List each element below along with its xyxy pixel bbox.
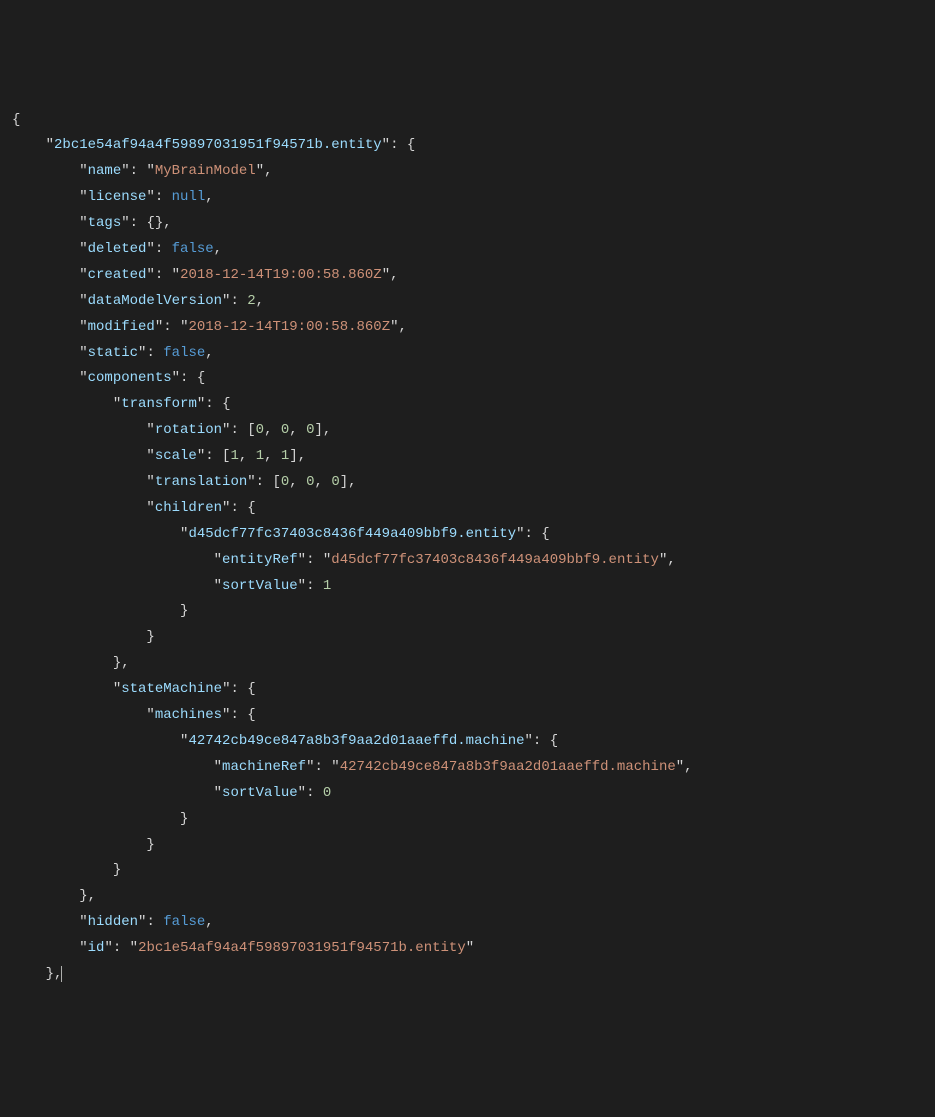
json-bool: false bbox=[163, 345, 205, 361]
json-key: license bbox=[88, 189, 147, 205]
json-key: 42742cb49ce847a8b3f9aa2d01aaeffd.machine bbox=[188, 733, 524, 749]
json-number: 0 bbox=[323, 785, 331, 801]
json-key: machineRef bbox=[222, 759, 306, 775]
json-number: 2 bbox=[247, 293, 255, 309]
json-key: rotation bbox=[155, 422, 222, 438]
json-key: id bbox=[88, 940, 105, 956]
json-number: 0 bbox=[331, 474, 339, 490]
json-string: 2bc1e54af94a4f59897031951f94571b.entity bbox=[138, 940, 466, 956]
json-key: transform bbox=[121, 396, 197, 412]
json-key: d45dcf77fc37403c8436f449a409bbf9.entity bbox=[188, 526, 516, 542]
text-cursor bbox=[61, 966, 62, 982]
json-number: 1 bbox=[256, 448, 264, 464]
json-number: 0 bbox=[306, 422, 314, 438]
json-key: sortValue bbox=[222, 785, 298, 801]
json-key: deleted bbox=[88, 241, 147, 257]
json-key: components bbox=[88, 370, 172, 386]
brace: { bbox=[12, 112, 20, 128]
json-string: MyBrainModel bbox=[155, 163, 256, 179]
json-key: modified bbox=[88, 319, 155, 335]
json-bool: false bbox=[172, 241, 214, 257]
json-number: 1 bbox=[230, 448, 238, 464]
json-key: children bbox=[155, 500, 222, 516]
json-key: 2bc1e54af94a4f59897031951f94571b.entity bbox=[54, 137, 382, 153]
json-key: stateMachine bbox=[121, 681, 222, 697]
json-number: 0 bbox=[306, 474, 314, 490]
json-key: created bbox=[88, 267, 147, 283]
code-editor[interactable]: { "2bc1e54af94a4f59897031951f94571b.enti… bbox=[12, 108, 935, 988]
json-key: dataModelVersion bbox=[88, 293, 222, 309]
json-string: d45dcf77fc37403c8436f449a409bbf9.entity bbox=[331, 552, 659, 568]
json-key: name bbox=[88, 163, 122, 179]
json-string: 42742cb49ce847a8b3f9aa2d01aaeffd.machine bbox=[340, 759, 676, 775]
json-key: static bbox=[88, 345, 138, 361]
json-string: 2018-12-14T19:00:58.860Z bbox=[180, 267, 382, 283]
json-key: entityRef bbox=[222, 552, 298, 568]
json-number: 0 bbox=[256, 422, 264, 438]
json-key: machines bbox=[155, 707, 222, 723]
json-bool: false bbox=[163, 914, 205, 930]
json-key: hidden bbox=[88, 914, 138, 930]
json-key: sortValue bbox=[222, 578, 298, 594]
json-key: scale bbox=[155, 448, 197, 464]
json-number: 1 bbox=[323, 578, 331, 594]
json-key: tags bbox=[88, 215, 122, 231]
json-null: null bbox=[172, 189, 206, 205]
json-key: translation bbox=[155, 474, 247, 490]
json-string: 2018-12-14T19:00:58.860Z bbox=[188, 319, 390, 335]
